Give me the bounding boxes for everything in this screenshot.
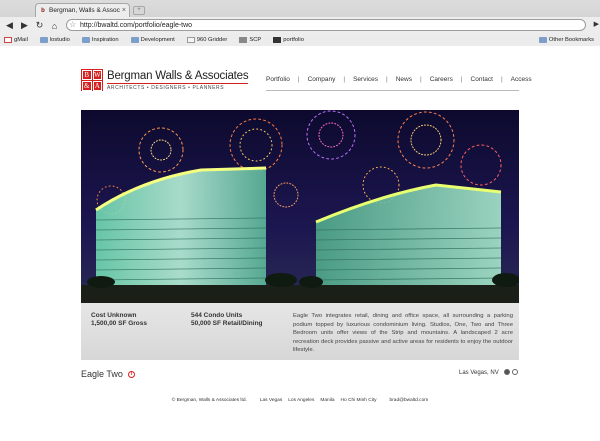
page-icon [186,37,195,43]
stats-right: 544 Condo Units 50,000 SF Retail/Dining [191,312,263,327]
folder-icon [81,37,90,43]
logo-mark: B W & A [81,69,103,91]
project-hero-image [81,110,519,303]
site-logo[interactable]: B W & A Bergman Walls & Associates ARCHI… [81,69,249,91]
main-nav: Portfolio | Company | Services | News | Care… [266,76,532,83]
slide-pager [504,369,520,375]
stats-left: Cost Unknown 1,500,00 SF Gross [91,312,148,327]
tab-strip: b Bergman, Walls & Assoc... × + [0,0,600,17]
browser-chrome: b Bergman, Walls & Assoc... × + ◀ ▶ ↻ ⌂ … [0,0,600,46]
nav-services[interactable]: Services [353,76,378,83]
forward-button[interactable]: ▶ [19,20,30,31]
logo-tagline: ARCHITECTS • DESIGNERS • PLANNERS [107,82,249,91]
project-title-row: Eagle Two i [81,369,135,379]
new-tab-button[interactable]: + [133,6,145,15]
reload-button[interactable]: ↻ [34,20,45,31]
logo-name: Bergman Walls & Associates [107,69,249,82]
nav-divider [266,90,519,91]
project-location: Las Vegas, NV [459,370,499,376]
address-text: http://bwaltd.com/portfolio/eagle-two [80,21,193,29]
info-icon[interactable]: i [127,370,135,378]
nav-portfolio[interactable]: Portfolio [266,76,290,83]
bookmark-inspiration[interactable]: Inspiration [81,37,119,43]
bookmark-development[interactable]: Development [130,37,175,43]
bookmark-gmail[interactable]: gMail [4,37,28,43]
nav-contact[interactable]: Contact [471,76,493,83]
footer-office-las-vegas[interactable]: Las Vegas [260,398,282,403]
site-footer: © Bergman, Walls & Associates ltd. Las V… [0,398,600,403]
footer-copyright: © Bergman, Walls & Associates ltd. [171,398,247,403]
nav-careers[interactable]: Careers [430,76,453,83]
project-description: Eagle Two integrates retail, dining and … [293,313,513,354]
footer-office-manila[interactable]: Manila [320,398,334,403]
project-info-bar: Cost Unknown 1,500,00 SF Gross 544 Condo… [81,303,519,360]
nav-access[interactable]: Access [511,76,532,83]
slide-dot-1[interactable] [504,369,510,375]
footer-office-los-angeles[interactable]: Los Angeles [288,398,314,403]
nav-news[interactable]: News [396,76,412,83]
bookmark-scp[interactable]: SCP [239,37,261,43]
bookmark-star-icon[interactable]: ☆ [69,20,76,29]
nav-company[interactable]: Company [308,76,336,83]
site-favicon-icon: b [41,7,45,14]
bookmarks-bar: gMail lostudio Inspiration Development 9… [0,34,600,46]
tab-close-icon[interactable]: × [122,7,126,14]
browser-toolbar: ◀ ▶ ↻ ⌂ ☆ http://bwaltd.com/portfolio/ea… [0,17,600,34]
project-name: Eagle Two [81,369,123,379]
folder-icon [39,37,48,43]
bookmark-lostudio[interactable]: lostudio [39,37,70,43]
home-button[interactable]: ⌂ [49,20,60,31]
footer-email[interactable]: brad@bwaltd.com [390,398,429,403]
folder-icon [538,37,547,43]
back-button[interactable]: ◀ [4,20,15,31]
other-bookmarks[interactable]: Other Bookmarks [538,34,594,46]
folder-icon [130,37,139,43]
tab-title: Bergman, Walls & Assoc... [49,7,120,14]
portfolio-icon [273,37,282,43]
gmail-icon [4,37,12,43]
browser-tab[interactable]: b Bergman, Walls & Assoc... × [35,3,130,17]
scp-icon [239,37,248,43]
address-bar[interactable]: ☆ http://bwaltd.com/portfolio/eagle-two … [66,19,599,31]
bookmark-960-gridder[interactable]: 960 Gridder [186,37,227,43]
bookmark-portfolio[interactable]: portfolio [273,37,304,43]
slide-dot-2[interactable] [512,369,518,375]
page-menu-icon[interactable]: ▶ [594,20,599,28]
footer-office-hcmc[interactable]: Ho Chi Minh City [341,398,377,403]
